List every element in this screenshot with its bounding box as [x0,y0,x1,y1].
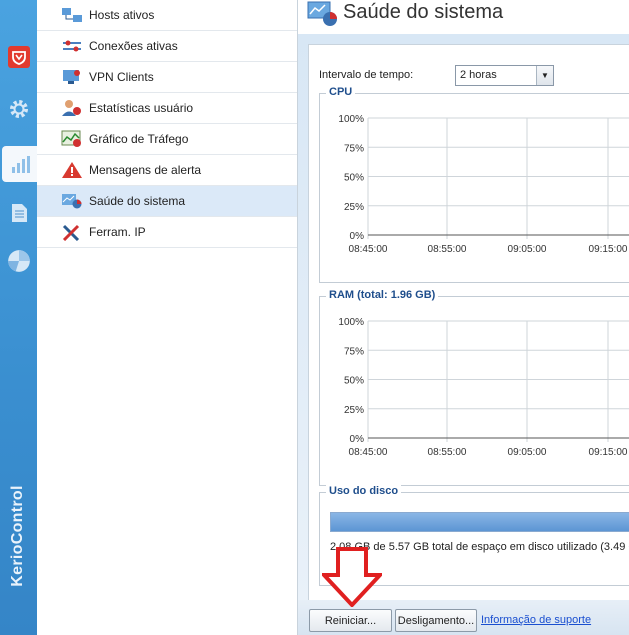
system-health-inner: Intervalo de tempo: 2 horas ▼ CPU 100% 75… [308,44,629,602]
menu-item-label: Ferram. IP [89,225,146,239]
y-tick-label: 0% [350,231,365,242]
menu-item-system-health[interactable]: Saúde do sistema [37,186,297,217]
x-tick-label: 08:55:00 [428,447,467,458]
x-tick-label: 09:15:00 [589,447,628,458]
cpu-group: CPU 100% 75% 50% 25% 0% 08:45:00 08:55:00 09:05… [319,86,629,283]
system-health-icon [61,191,83,211]
page-title: Saúde do sistema [343,1,504,23]
ram-group: RAM (total: 1.96 GB) 100% 75% 50% 25% 0% 08:4… [319,289,629,486]
x-tick-label: 09:15:00 [589,244,628,255]
y-tick-label: 25% [344,405,364,416]
x-tick-label: 08:55:00 [428,244,467,255]
red-arrow-annotation [322,547,382,607]
logs-button[interactable] [0,196,37,230]
hosts-icon [61,5,83,25]
ip-tools-icon [61,222,83,242]
x-tick-label: 09:05:00 [508,244,547,255]
alert-icon [61,160,83,180]
interval-select[interactable]: 2 horas ▼ [455,65,554,86]
shutdown-button[interactable]: Desligamento... [395,609,477,632]
interval-label: Intervalo de tempo: [319,69,414,81]
user-stats-icon [61,98,83,118]
chevron-down-icon[interactable]: ▼ [536,66,553,85]
pie-chart-icon [7,250,30,272]
left-rail: KerioControl [0,0,37,635]
kerio-control-logo: KerioControl [9,485,26,587]
y-tick-label: 50% [344,376,364,387]
y-tick-label: 100% [338,114,364,125]
menu-item-ip-tools[interactable]: Ferram. IP [37,217,297,248]
y-tick-label: 0% [350,434,365,445]
y-tick-label: 75% [344,143,364,154]
menu-item-label: Estatísticas usuário [89,101,194,115]
y-tick-label: 25% [344,202,364,213]
y-tick-label: 50% [344,173,364,184]
x-tick-label: 08:45:00 [349,447,388,458]
support-info-link[interactable]: Informação de suporte [481,614,591,626]
menu-item-label: Gráfico de Tráfego [89,132,189,146]
system-health-panel: Intervalo de tempo: 2 horas ▼ CPU 100% 75… [298,34,629,602]
y-tick-label: 75% [344,346,364,357]
cpu-chart: 100% 75% 50% 25% 0% 08:45:00 08:55:00 09:05:00 0… [338,114,629,255]
ram-chart: 100% 75% 50% 25% 0% 08:45:00 08:55:00 09:05:00 0… [338,317,629,458]
menu-item-label: Conexões ativas [89,39,178,53]
settings-button[interactable] [0,92,37,126]
document-icon [11,204,27,222]
x-tick-label: 09:05:00 [508,447,547,458]
menu-item-alerts[interactable]: Mensagens de alerta [37,155,297,186]
system-health-icon [306,0,338,31]
bar-chart-icon [11,156,30,173]
security-shield-button[interactable] [0,40,37,74]
vpn-clients-icon [61,67,83,87]
y-tick-label: 100% [338,317,364,328]
connections-icon [61,36,83,56]
menu-item-user-stats[interactable]: Estatísticas usuário [37,93,297,124]
disk-usage-bar [330,512,629,532]
shield-icon [7,46,30,68]
menu-item-vpn-clients[interactable]: VPN Clients [37,62,297,93]
status-menu: Hosts ativos Conexões ativas VPN Clients… [37,0,298,635]
menu-item-hosts[interactable]: Hosts ativos [37,0,297,31]
traffic-chart-icon [61,129,83,149]
menu-item-traffic-chart[interactable]: Gráfico de Tráfego [37,124,297,155]
menu-item-label: VPN Clients [89,70,154,84]
x-tick-label: 08:45:00 [349,244,388,255]
restart-button[interactable]: Reiniciar... [309,609,392,632]
disk-group-title: Uso do disco [326,485,402,497]
menu-item-label: Mensagens de alerta [89,163,202,177]
reports-button[interactable] [0,244,37,278]
status-button[interactable] [2,146,37,182]
page-header: Saúde do sistema [298,0,629,34]
menu-item-label: Saúde do sistema [89,194,186,208]
interval-select-value: 2 horas [460,69,497,81]
gear-icon [9,100,28,118]
content-area: Saúde do sistema Intervalo de tempo: 2 h… [298,0,629,635]
menu-item-connections[interactable]: Conexões ativas [37,31,297,62]
menu-item-label: Hosts ativos [89,8,155,22]
